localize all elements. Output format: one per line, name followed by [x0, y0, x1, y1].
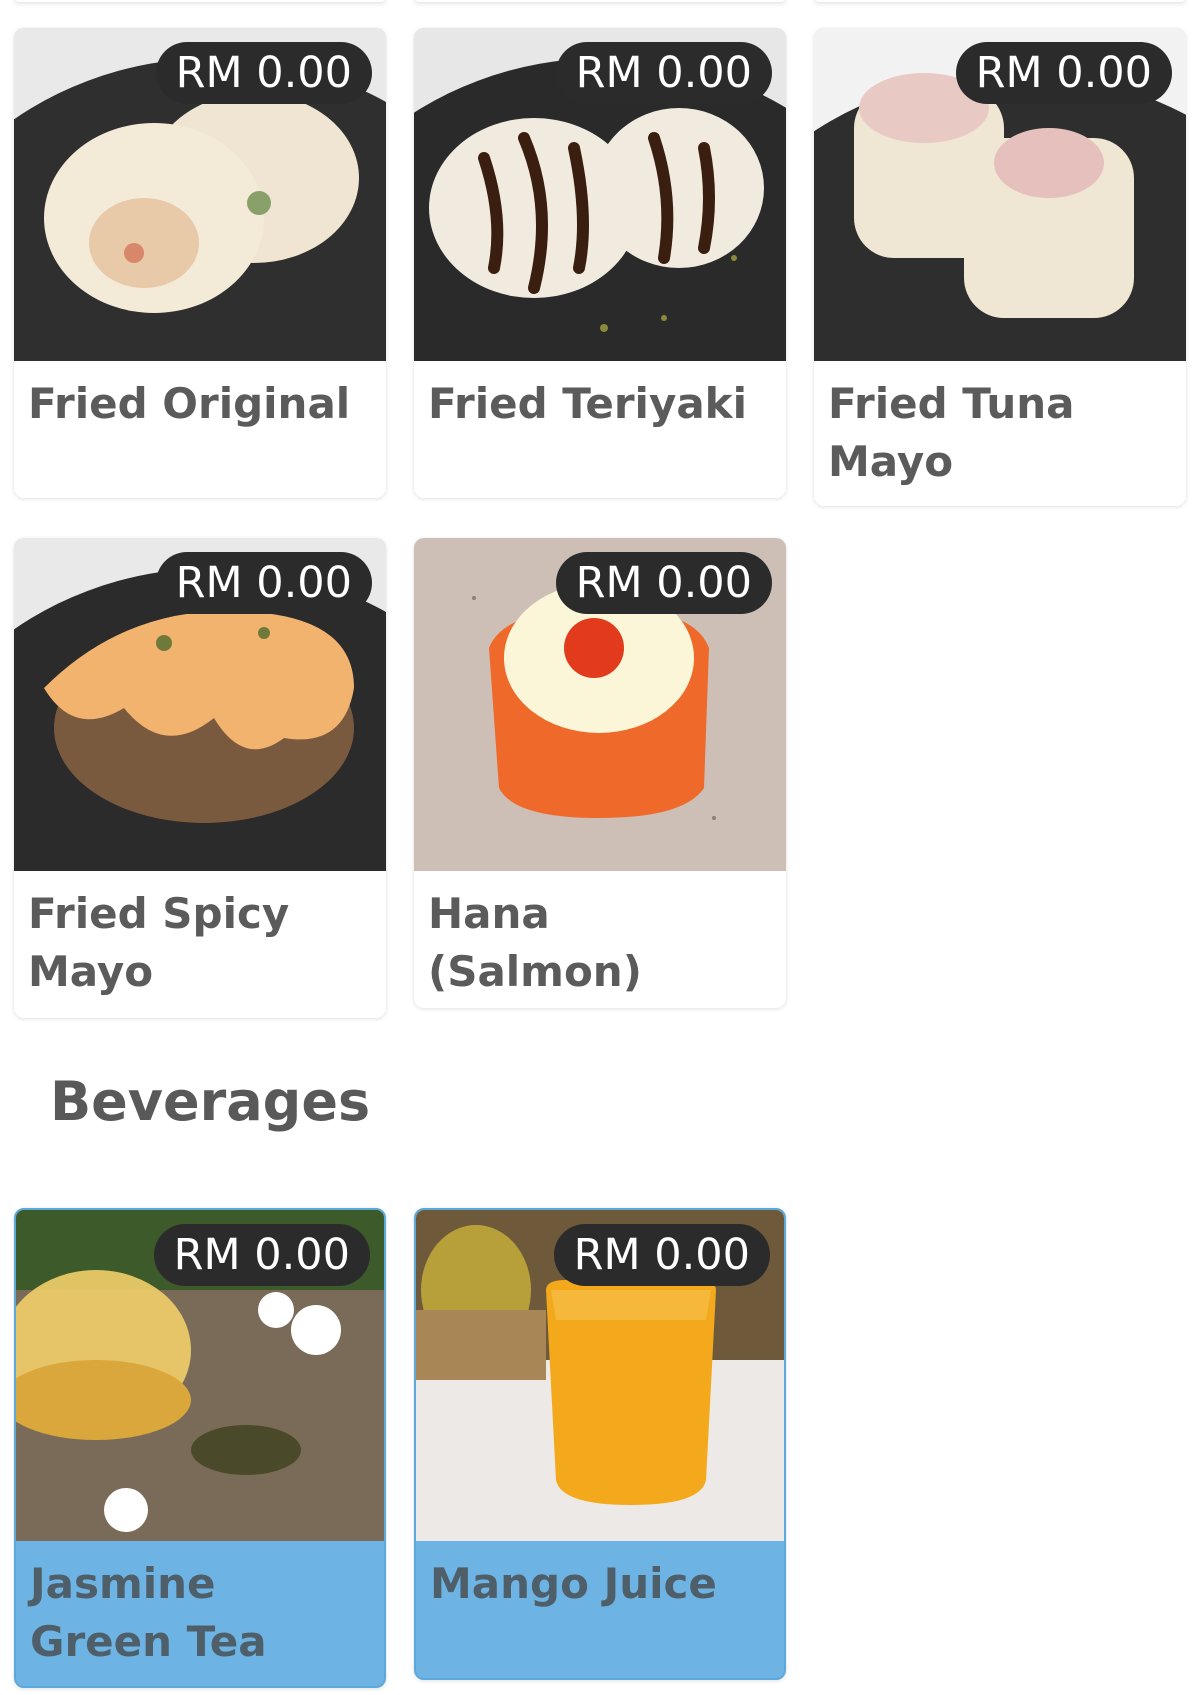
item-name: Jasmine Green Tea — [30, 1559, 267, 1666]
item-name: Hana (Salmon) — [428, 889, 642, 996]
menu-item-fried-tuna-mayo[interactable]: RM 0.00 Fried Tuna Mayo — [814, 28, 1186, 506]
item-name: Mango Juice — [430, 1559, 717, 1608]
item-name: Fried Tuna Mayo — [828, 379, 1075, 486]
menu-item-fried-teriyaki[interactable]: RM 0.00 Fried Teriyaki — [414, 28, 786, 498]
teriyaki-sushi-photo: RM 0.00 — [414, 28, 786, 361]
price-badge: RM 0.00 — [553, 1224, 770, 1286]
price-badge: RM 0.00 — [555, 42, 772, 104]
price-badge: RM 0.00 — [955, 42, 1172, 104]
item-name: Fried Teriyaki — [428, 379, 747, 428]
fried-sushi-photo: RM 0.00 — [14, 28, 386, 361]
jasmine-tea-photo: RM 0.00 — [16, 1210, 384, 1541]
menu-item-fried-spicy-mayo[interactable]: RM 0.00 Fried Spicy Mayo — [14, 538, 386, 1018]
menu-item-mango-juice[interactable]: RM 0.00 Mango Juice — [414, 1208, 786, 1680]
menu-item-fried-original[interactable]: RM 0.00 Fried Original — [14, 28, 386, 498]
item-name: Fried Original — [28, 379, 351, 428]
price-badge: RM 0.00 — [155, 552, 372, 614]
price-badge: RM 0.00 — [153, 1224, 370, 1286]
menu-item-hana-salmon[interactable]: RM 0.00 Hana (Salmon) — [414, 538, 786, 1008]
menu-item-jasmine-green-tea[interactable]: RM 0.00 Jasmine Green Tea — [14, 1208, 386, 1688]
previous-row-edge — [0, 0, 1200, 6]
mango-juice-photo: RM 0.00 — [416, 1210, 784, 1541]
salmon-sushi-photo: RM 0.00 — [414, 538, 786, 871]
spicy-mayo-sushi-photo: RM 0.00 — [14, 538, 386, 871]
price-badge: RM 0.00 — [555, 552, 772, 614]
section-title-beverages: Beverages — [50, 1070, 371, 1133]
item-name: Fried Spicy Mayo — [28, 889, 290, 996]
tuna-mayo-sushi-photo: RM 0.00 — [814, 28, 1186, 361]
price-badge: RM 0.00 — [155, 42, 372, 104]
